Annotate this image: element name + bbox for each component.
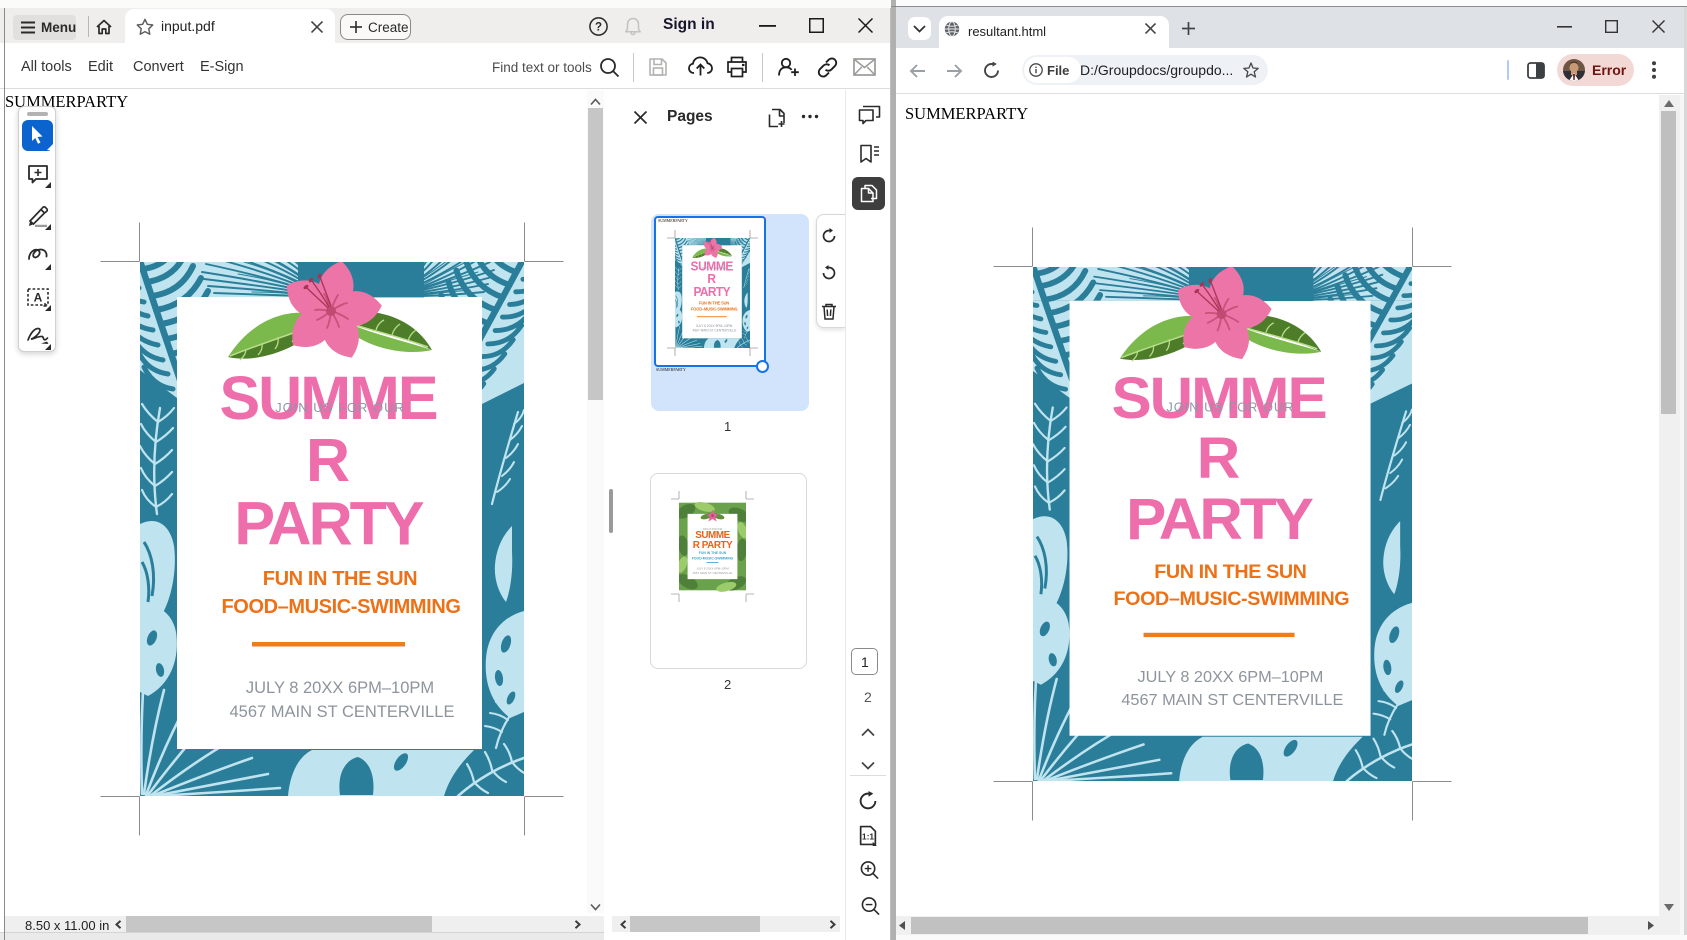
svg-text:1:1: 1:1	[862, 832, 874, 842]
svg-text:A: A	[34, 291, 43, 305]
svg-text:?: ?	[595, 22, 602, 34]
